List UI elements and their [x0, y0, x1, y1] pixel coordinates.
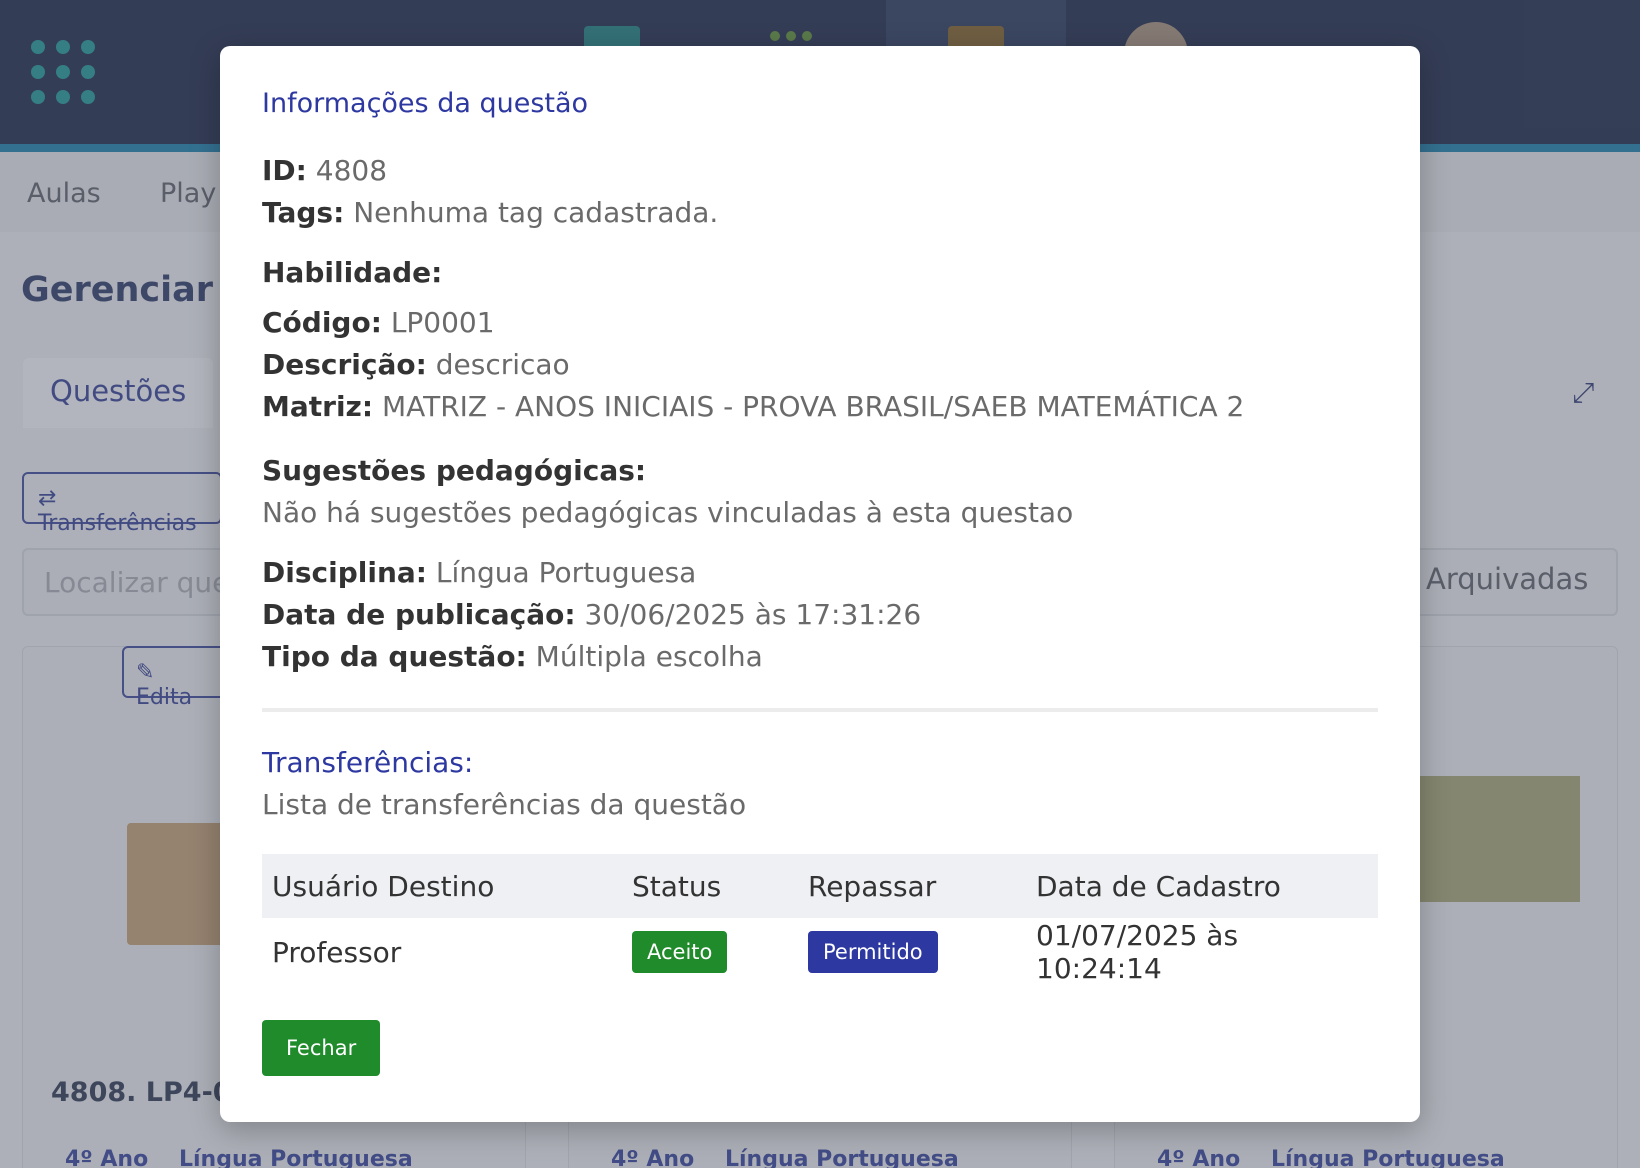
question-info-modal: Informações da questão ID: 4808 Tags: Ne…: [220, 46, 1420, 1122]
matriz-label: Matriz:: [262, 390, 374, 423]
close-button[interactable]: Fechar: [262, 1020, 381, 1076]
id-value: 4808: [315, 154, 388, 187]
sugestoes-heading: Sugestões pedagógicas:: [262, 454, 647, 487]
repassar-badge: Permitido: [808, 931, 938, 973]
sugestoes-value: Não há sugestões pedagógicas vinculadas …: [262, 496, 1074, 529]
data-publicacao-label: Data de publicação:: [262, 598, 576, 631]
divider: [262, 708, 1378, 712]
modal-title: Informações da questão: [262, 88, 589, 119]
transfers-subtitle: Lista de transferências da questão: [262, 788, 747, 821]
descricao-row: Descrição: descricao: [262, 344, 1378, 386]
transfers-title: Transferências:: [262, 746, 474, 779]
matriz-value: MATRIZ - ANOS INICIAIS - PROVA BRASIL/SA…: [381, 390, 1245, 423]
descricao-label: Descrição:: [262, 348, 427, 381]
cell-data: 01/07/2025 às 10:24:14: [1036, 919, 1239, 985]
column-header-data: Data de Cadastro: [1026, 854, 1378, 918]
codigo-value: LP0001: [390, 306, 495, 339]
matriz-row: Matriz: MATRIZ - ANOS INICIAIS - PROVA B…: [262, 386, 1378, 428]
table-row: Professor Aceito Permitido 01/07/2025 às…: [262, 918, 1378, 986]
tags-row: Tags: Nenhuma tag cadastrada.: [262, 192, 1378, 234]
tags-label: Tags:: [262, 196, 345, 229]
habilidade-heading: Habilidade:: [262, 256, 443, 289]
status-badge: Aceito: [632, 931, 728, 973]
data-publicacao-value: 30/06/2025 às 17:31:26: [584, 598, 922, 631]
disciplina-value: Língua Portuguesa: [435, 556, 697, 589]
tags-value: Nenhuma tag cadastrada.: [353, 196, 719, 229]
cell-repassar: Permitido: [798, 918, 1026, 986]
column-header-usuario: Usuário Destino: [262, 854, 622, 918]
table-header-row: Usuário Destino Status Repassar Data de …: [262, 854, 1378, 918]
id-row: ID: 4808: [262, 150, 1378, 192]
cell-status: Aceito: [622, 918, 798, 986]
codigo-label: Código:: [262, 306, 382, 339]
codigo-row: Código: LP0001: [262, 302, 1378, 344]
disciplina-row: Disciplina: Língua Portuguesa: [262, 552, 1378, 594]
descricao-value: descricao: [435, 348, 570, 381]
transfers-table: Usuário Destino Status Repassar Data de …: [262, 854, 1378, 986]
cell-usuario: Professor: [272, 935, 402, 969]
tipo-value: Múltipla escolha: [535, 640, 763, 673]
id-label: ID:: [262, 154, 307, 187]
tipo-label: Tipo da questão:: [262, 640, 527, 673]
data-publicacao-row: Data de publicação: 30/06/2025 às 17:31:…: [262, 594, 1378, 636]
column-header-status: Status: [622, 854, 798, 918]
disciplina-label: Disciplina:: [262, 556, 427, 589]
column-header-repassar: Repassar: [798, 854, 1026, 918]
tipo-row: Tipo da questão: Múltipla escolha: [262, 636, 1378, 678]
